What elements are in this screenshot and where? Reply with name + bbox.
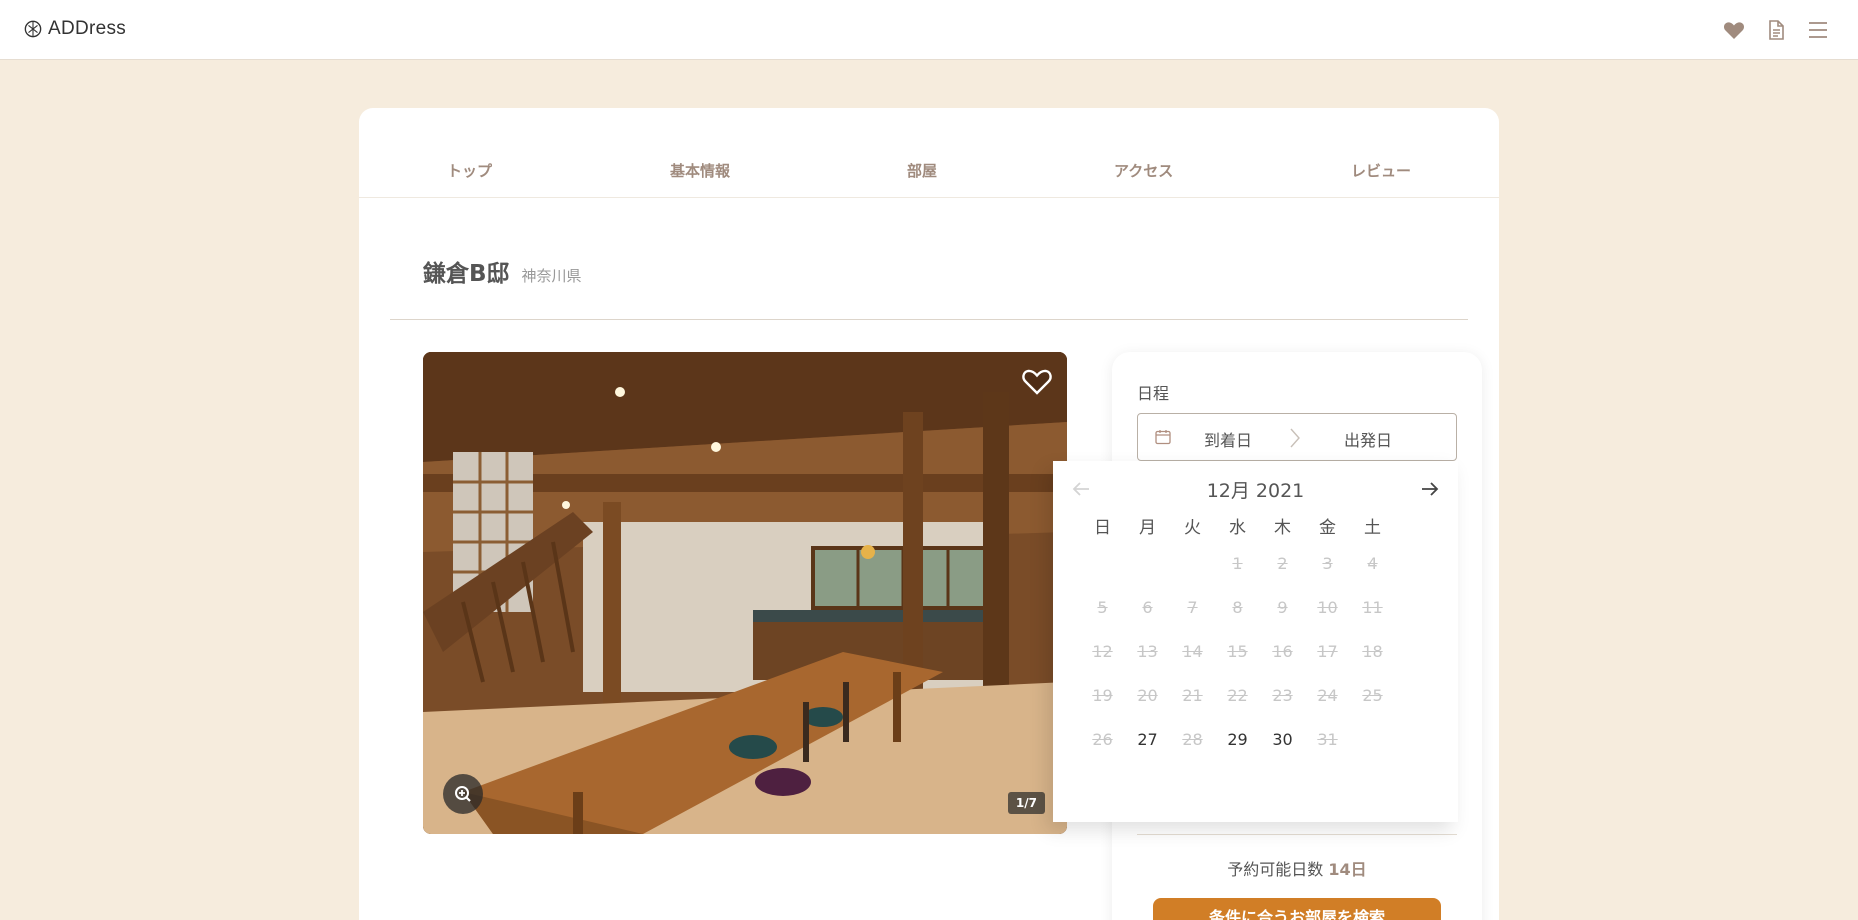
calendar-day: 12 [1092, 641, 1113, 661]
booking-divider [1137, 834, 1457, 835]
document-icon[interactable] [1764, 18, 1788, 42]
logo-icon [24, 20, 42, 38]
calendar-day: 22 [1227, 685, 1248, 705]
weekday-header: 月 [1139, 518, 1156, 538]
calendar-day: 10 [1317, 597, 1338, 617]
tab-top[interactable]: トップ [447, 160, 492, 181]
arrival-date-field[interactable]: 到着日 [1204, 427, 1252, 451]
calendar-day: 26 [1092, 729, 1113, 749]
date-picker-popup: 12月 2021 日月火水木金土 1 2 3 4 5 6 7 8 9 10 11 12 13 14 15 16 1… [1053, 461, 1458, 822]
prefecture-label: 神奈川県 [521, 267, 582, 285]
arrow-right-icon[interactable] [1418, 477, 1442, 501]
calendar-day: 2 [1277, 553, 1288, 573]
calendar-day: 31 [1317, 729, 1338, 749]
weekday-header: 金 [1319, 518, 1336, 538]
available-days-value: 14日 [1328, 860, 1367, 879]
calendar-day: 6 [1142, 597, 1153, 617]
calendar-day: 8 [1232, 597, 1243, 617]
weekday-header: 火 [1184, 518, 1201, 538]
weekday-header: 木 [1274, 518, 1291, 538]
available-days-label: 予約可能日数 [1227, 860, 1324, 879]
calendar-empty-cell [1125, 541, 1170, 585]
title-row: 鎌倉B邸 神奈川県 [423, 254, 582, 288]
calendar-empty-cell [1080, 541, 1125, 585]
section-tabs: トップ 基本情報 部屋 アクセス レビュー [359, 108, 1499, 198]
calendar-day: 19 [1092, 685, 1113, 705]
interior-photo-illustration [423, 352, 1067, 834]
calendar-day: 24 [1317, 685, 1338, 705]
calendar-month-label: 12月 2021 [1206, 480, 1305, 502]
calendar-day: 9 [1277, 597, 1288, 617]
calendar-day: 28 [1182, 729, 1203, 749]
calendar-day: 4 [1367, 553, 1378, 573]
title-divider [390, 319, 1468, 320]
tab-access[interactable]: アクセス [1114, 160, 1173, 181]
calendar-day[interactable]: 30 [1260, 717, 1305, 761]
calendar-day: 18 [1362, 641, 1383, 661]
departure-date-field[interactable]: 出発日 [1344, 427, 1392, 451]
logo[interactable]: ADDress [24, 18, 126, 40]
schedule-label: 日程 [1137, 384, 1170, 403]
calendar-grid: 日月火水木金土 1 2 3 4 5 6 7 8 9 10 11 12 13 14 15 16 17 18 19 20 21… [1080, 513, 1396, 761]
property-photo[interactable]: 1/7 [423, 352, 1067, 834]
header-actions [1722, 18, 1830, 42]
calendar-day[interactable]: 29 [1215, 717, 1260, 761]
calendar-day: 23 [1272, 685, 1293, 705]
zoom-button[interactable] [443, 774, 483, 814]
zoom-in-icon [455, 786, 471, 802]
calendar-day: 13 [1137, 641, 1158, 661]
photo-counter: 1/7 [1007, 792, 1045, 814]
available-days: 予約可能日数 14日 [1112, 856, 1482, 880]
weekday-header: 土 [1364, 518, 1381, 538]
chevron-right-icon [1290, 428, 1300, 448]
calendar-day: 5 [1097, 597, 1108, 617]
tab-reviews[interactable]: レビュー [1351, 160, 1411, 181]
calendar-day: 7 [1187, 597, 1198, 617]
heart-icon[interactable] [1722, 18, 1746, 42]
calendar-day: 14 [1182, 641, 1203, 661]
calendar-day[interactable]: 27 [1125, 717, 1170, 761]
search-rooms-button[interactable]: 条件に合うお部屋を検索 [1153, 898, 1441, 920]
calendar-day: 16 [1272, 641, 1293, 661]
date-range-input[interactable]: 到着日 出発日 [1137, 413, 1457, 461]
top-bar: ADDress [0, 0, 1858, 60]
page-title: 鎌倉B邸 [423, 261, 510, 287]
weekday-header: 水 [1229, 518, 1246, 538]
menu-icon[interactable] [1806, 18, 1830, 42]
calendar-day: 20 [1137, 685, 1158, 705]
weekday-header: 日 [1094, 518, 1111, 538]
favorite-heart-icon[interactable] [1021, 366, 1053, 396]
calendar-day: 11 [1362, 597, 1383, 617]
calendar-day: 25 [1362, 685, 1383, 705]
logo-text: ADDress [48, 18, 127, 39]
calendar-day: 3 [1322, 553, 1333, 573]
calendar-day: 1 [1232, 553, 1243, 573]
calendar-day: 15 [1227, 641, 1248, 661]
tab-rooms[interactable]: 部屋 [907, 160, 937, 181]
calendar-day: 17 [1317, 641, 1338, 661]
calendar-icon [1155, 430, 1171, 445]
calendar-day: 21 [1182, 685, 1203, 705]
tab-basic-info[interactable]: 基本情報 [670, 160, 730, 181]
calendar-empty-cell [1170, 541, 1215, 585]
